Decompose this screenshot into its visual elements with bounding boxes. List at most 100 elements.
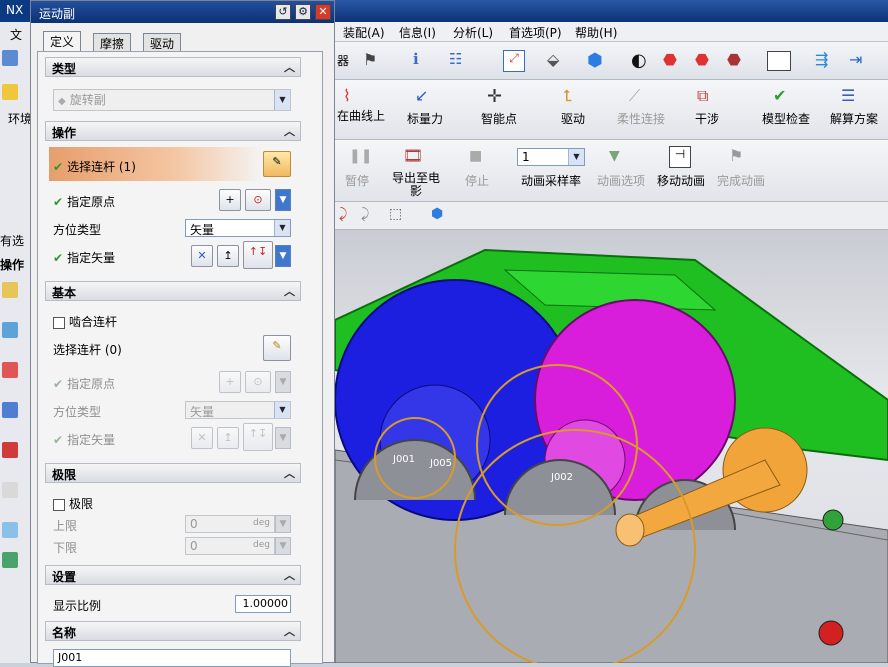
base-select-link-button[interactable]: ✎ (263, 335, 291, 361)
export-movie-icon[interactable]: 🎞 (403, 146, 425, 168)
operation-section-header[interactable]: 操作 ︿ (45, 121, 301, 141)
interference-icon[interactable]: ⧉ (697, 86, 719, 108)
info-icon[interactable]: ℹ (413, 50, 435, 72)
flag-icon[interactable]: ⚑ (363, 50, 385, 72)
graphics-viewport[interactable]: J001 J005 J002 (335, 230, 888, 663)
inferred-point-button[interactable]: ⊙ (245, 189, 271, 211)
model-check-label[interactable]: 模型检查 (755, 110, 817, 127)
model-check-icon[interactable]: ✔ (773, 86, 795, 108)
limits-section-header[interactable]: 极限 ︿ (45, 463, 301, 483)
reset-icon[interactable]: ↺ (275, 4, 291, 20)
menu-assembly[interactable]: 装配(A) (343, 24, 385, 41)
spring-icon[interactable] (2, 442, 18, 458)
joint-icon[interactable] (2, 322, 18, 338)
view-orient-icon[interactable]: ⬙ (547, 50, 569, 72)
point-on-curve-icon[interactable]: ⌇ (343, 86, 365, 108)
shaded-cube-icon[interactable]: ⬢ (587, 50, 609, 72)
mesh-link-checkbox[interactable] (53, 316, 65, 329)
stop-label[interactable]: 停止 (459, 172, 495, 189)
base-section-header[interactable]: 基本 ︿ (45, 281, 301, 301)
export-movie-label[interactable]: 导出至电影 (389, 172, 443, 198)
clip-cube-icon[interactable]: ⬣ (695, 50, 717, 72)
menu-preferences[interactable]: 首选项(P) (509, 24, 562, 41)
origin-dropdown[interactable]: ▼ (275, 189, 291, 211)
menu-help[interactable]: 帮助(H) (575, 24, 617, 41)
name-section-header[interactable]: 名称 ︿ (45, 621, 301, 641)
name-input[interactable]: J001 (53, 649, 291, 667)
reverse-direction-button[interactable]: ✕ (191, 245, 213, 267)
select-link-button[interactable]: ✎ (263, 151, 291, 177)
chevron-up-icon: ︿ (284, 625, 295, 638)
base-vector-dropdown: ▼ (275, 427, 291, 449)
assembly-nav-icon[interactable]: ⇶ (815, 50, 837, 72)
inferred-vector-button[interactable]: ↑↧ (243, 241, 273, 269)
interference-label[interactable]: 干涉 (685, 110, 729, 127)
marker-icon[interactable] (2, 482, 18, 498)
limit-row[interactable]: 极限 (53, 495, 93, 512)
select-body-icon[interactable]: ⬢ (431, 206, 453, 228)
type-section-header[interactable]: 类型 ︿ (45, 57, 301, 77)
solver-icon[interactable] (2, 552, 18, 568)
move-component-icon[interactable]: ⇥ (849, 50, 871, 72)
pause-label[interactable]: 暂停 (339, 172, 375, 189)
background-color-icon[interactable] (767, 51, 791, 71)
smart-point-icon[interactable]: ✛ (487, 86, 509, 108)
scale-input[interactable]: 1.00000 (235, 595, 291, 613)
solution-icon[interactable]: ☰ (841, 86, 863, 108)
menu-analysis[interactable]: 分析(L) (453, 24, 493, 41)
driver-label[interactable]: 驱动 (551, 110, 595, 127)
select-link-row[interactable]: ✔ 选择连杆 (1) (53, 158, 136, 175)
pencil-icon: ✎ (272, 155, 282, 168)
vector-row[interactable]: ✔ 指定矢量 (53, 249, 115, 266)
check-icon: ✔ (53, 160, 64, 174)
tab-definition[interactable]: 定义 (43, 31, 82, 51)
point-dialog-button[interactable]: + (219, 189, 241, 211)
scalar-force-label[interactable]: 标量力 (397, 110, 453, 127)
vector-dropdown[interactable]: ▼ (275, 245, 291, 267)
sensor-icon[interactable] (2, 522, 18, 538)
chevron-up-icon: ︿ (284, 569, 295, 582)
tab-friction[interactable]: 摩擦 (93, 33, 132, 51)
environment-icon[interactable] (2, 84, 18, 100)
render-style-icon[interactable]: ◐ (631, 50, 653, 72)
dialog-titlebar[interactable]: 运动副 ↺ ⚙ ✕ (31, 1, 334, 23)
section-cube-icon[interactable]: ⬣ (663, 50, 685, 72)
base-inferred-vector-button: ↑↧ (243, 423, 273, 451)
mesh-link-row[interactable]: 啮合连杆 (53, 313, 117, 330)
orientation-select[interactable]: 矢量 ▼ (185, 219, 291, 237)
move-animation-label[interactable]: 移动动画 (653, 172, 709, 189)
vector-dialog-button[interactable]: ↥ (217, 245, 239, 267)
limit-checkbox[interactable] (53, 498, 65, 511)
tab-driver[interactable]: 驱动 (143, 33, 182, 51)
move-animation-icon[interactable]: ⊣ (669, 146, 691, 168)
stop-icon[interactable]: ■ (469, 148, 491, 170)
type-section-title: 类型 (52, 62, 77, 76)
gear-icon[interactable] (2, 402, 18, 418)
link-icon[interactable] (2, 282, 18, 298)
assembly-icon[interactable] (2, 50, 18, 66)
solution-label[interactable]: 解算方案 (823, 110, 885, 127)
edit-section-icon[interactable]: ⬣ (727, 50, 749, 72)
snap-icon[interactable]: ⤸ (339, 206, 361, 228)
upper-limit-value: 0 (190, 517, 198, 531)
joint-type-select[interactable]: ◆ 旋转副 ▼ (53, 89, 291, 111)
driver-icon[interactable]: ⮤ (563, 86, 585, 108)
settings-icon[interactable]: ⚙ (295, 4, 311, 20)
point-dialog-icon: + (225, 193, 235, 206)
chevron-up-icon: ︿ (284, 125, 295, 138)
fit-view-icon[interactable]: ⤢ (503, 50, 525, 72)
pause-icon[interactable]: ❚❚ (349, 148, 372, 170)
sample-rate-select[interactable]: 1 ▼ (517, 148, 585, 166)
menu-info[interactable]: 信息(I) (399, 24, 436, 41)
motion-icon[interactable] (2, 362, 18, 378)
close-icon[interactable]: ✕ (315, 4, 331, 20)
settings-section-header[interactable]: 设置 ︿ (45, 565, 301, 585)
point-on-curve-label[interactable]: 在曲线上 (335, 110, 387, 123)
select-box-icon[interactable]: ⬚ (389, 206, 411, 228)
scale-value: 1.00000 (242, 597, 289, 610)
scalar-force-icon[interactable]: ↙ (415, 86, 437, 108)
list-icon[interactable]: ☷ (449, 50, 471, 72)
base-origin-label: 指定原点 (67, 377, 116, 391)
origin-row[interactable]: ✔ 指定原点 (53, 193, 115, 210)
smart-point-label[interactable]: 智能点 (471, 110, 527, 127)
